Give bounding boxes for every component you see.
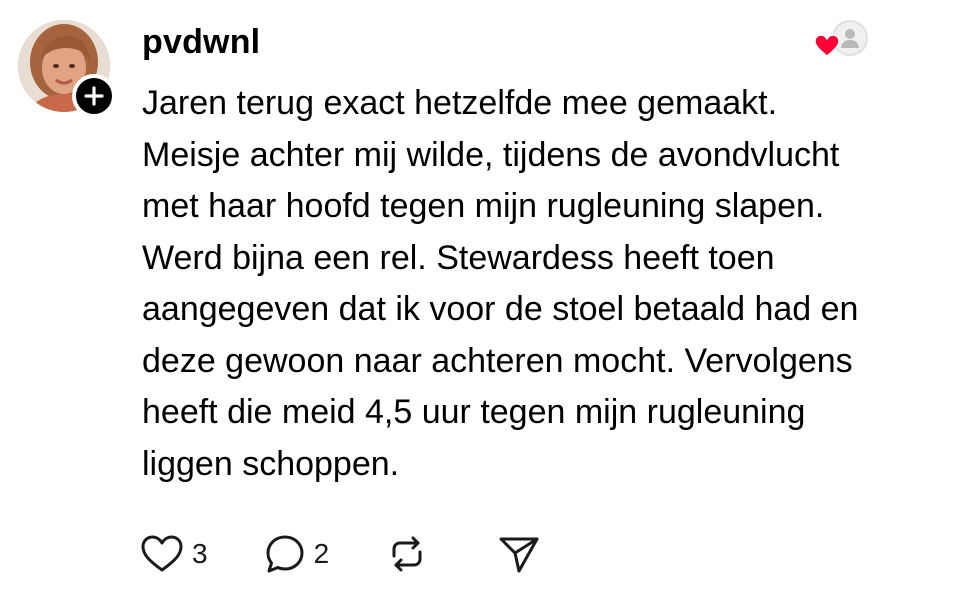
repost-icon bbox=[392, 536, 422, 572]
speech-bubble-icon bbox=[266, 535, 304, 573]
action-bar: 3 2 bbox=[140, 530, 541, 578]
post-text: Jaren terug exact hetzelfde mee gemaakt.… bbox=[142, 84, 859, 483]
liked-by-author-indicator bbox=[814, 20, 874, 60]
plus-icon bbox=[84, 86, 104, 106]
heart-outline-icon bbox=[141, 535, 183, 572]
like-button[interactable]: 3 bbox=[140, 534, 208, 574]
author-avatar-container bbox=[18, 20, 116, 118]
paper-plane-icon bbox=[499, 537, 539, 573]
repost-button[interactable] bbox=[385, 532, 429, 576]
follow-button[interactable] bbox=[72, 74, 116, 118]
reply-button[interactable]: 2 bbox=[264, 533, 330, 575]
like-count: 3 bbox=[192, 538, 208, 569]
username[interactable]: pvdwnl bbox=[142, 22, 260, 62]
heart-icon bbox=[814, 34, 840, 57]
person-icon bbox=[841, 29, 859, 48]
thread-reply-post: pvdwnl Jaren terug exact hetzelfde mee g… bbox=[0, 0, 978, 596]
reply-count: 2 bbox=[313, 538, 330, 569]
share-button[interactable] bbox=[497, 533, 541, 575]
